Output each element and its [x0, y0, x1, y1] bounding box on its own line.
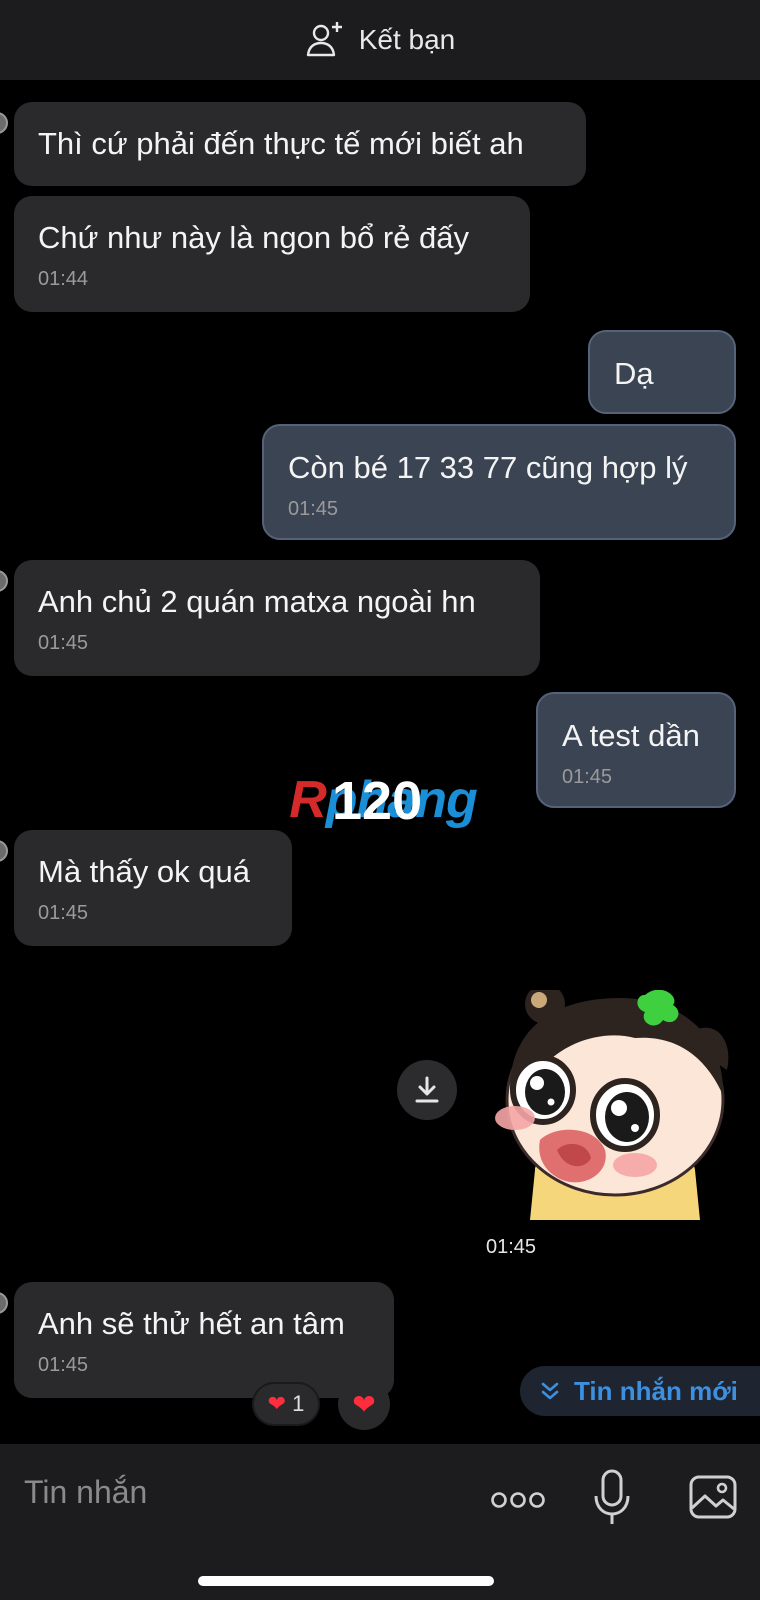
message-bubble-outgoing[interactable]: A test dần 01:45 — [536, 692, 736, 808]
heart-icon: ❤ — [267, 1391, 287, 1416]
add-user-icon — [306, 22, 342, 57]
message-text: Chứ như này là ngon bổ rẻ đấy — [38, 220, 470, 255]
reaction-count-value: 1 — [292, 1391, 305, 1416]
message-text: Anh sẽ thử hết an tâm — [38, 1306, 345, 1341]
message-composer: Tin nhắn — [0, 1444, 760, 1554]
download-icon — [415, 1076, 439, 1103]
avatar[interactable] — [0, 840, 8, 862]
new-message-label: Tin nhắn mới — [574, 1375, 738, 1406]
watermark-number: 120 — [332, 771, 423, 831]
avatar[interactable] — [0, 570, 8, 592]
message-time: 01:45 — [38, 902, 89, 924]
home-indicator-area — [0, 1554, 760, 1600]
message-time: 01:45 — [38, 1354, 89, 1376]
add-friend-label: Kết bạn — [358, 24, 456, 55]
message-bubble-incoming[interactable]: Anh chủ 2 quán matxa ngoài hn 01:45 — [14, 560, 540, 676]
add-friend-button[interactable]: Kết bạn — [305, 20, 456, 60]
watermark: Rphang 120 — [268, 770, 498, 831]
avatar[interactable] — [0, 112, 8, 134]
image-icon[interactable] — [688, 1474, 738, 1520]
new-message-button[interactable]: Tin nhắn mới — [520, 1366, 760, 1416]
message-bubble-incoming[interactable]: Mà thấy ok quá 01:45 — [14, 830, 292, 946]
message-input[interactable]: Tin nhắn — [24, 1474, 147, 1511]
top-bar: Kết bạn — [0, 0, 760, 80]
download-button[interactable] — [397, 1060, 457, 1120]
more-options-icon[interactable] — [490, 1484, 546, 1516]
heart-icon: ❤ — [352, 1388, 376, 1420]
microphone-icon[interactable] — [592, 1468, 632, 1528]
message-text: Dạ — [614, 356, 654, 391]
message-text: Còn bé 17 33 77 cũng hợp lý — [288, 450, 688, 485]
message-text: A test dần — [562, 718, 700, 753]
react-button[interactable]: ❤ — [338, 1378, 390, 1430]
message-time: 01:45 — [562, 766, 613, 788]
reaction-count[interactable]: ❤ 1 — [252, 1382, 320, 1426]
avatar[interactable] — [0, 1292, 8, 1314]
message-bubble-incoming[interactable]: Thì cứ phải đến thực tế mới biết ah — [14, 102, 586, 186]
home-indicator[interactable] — [198, 1576, 494, 1586]
sticker-time: 01:45 — [478, 1232, 545, 1263]
chevron-double-down-icon — [541, 1382, 559, 1400]
message-bubble-outgoing[interactable]: Dạ — [588, 330, 736, 414]
sticker-crying-girl[interactable] — [495, 990, 735, 1220]
message-bubble-outgoing[interactable]: Còn bé 17 33 77 cũng hợp lý 01:45 — [262, 424, 736, 540]
message-time: 01:45 — [38, 632, 89, 654]
message-bubble-incoming[interactable]: Anh sẽ thử hết an tâm 01:45 — [14, 1282, 394, 1398]
message-text: Thì cứ phải đến thực tế mới biết ah — [38, 126, 524, 161]
message-text: Mà thấy ok quá — [38, 854, 250, 889]
message-text: Anh chủ 2 quán matxa ngoài hn — [38, 584, 476, 619]
message-time: 01:44 — [38, 268, 89, 290]
message-bubble-incoming[interactable]: Chứ như này là ngon bổ rẻ đấy 01:44 — [14, 196, 530, 312]
message-time: 01:45 — [288, 498, 339, 520]
